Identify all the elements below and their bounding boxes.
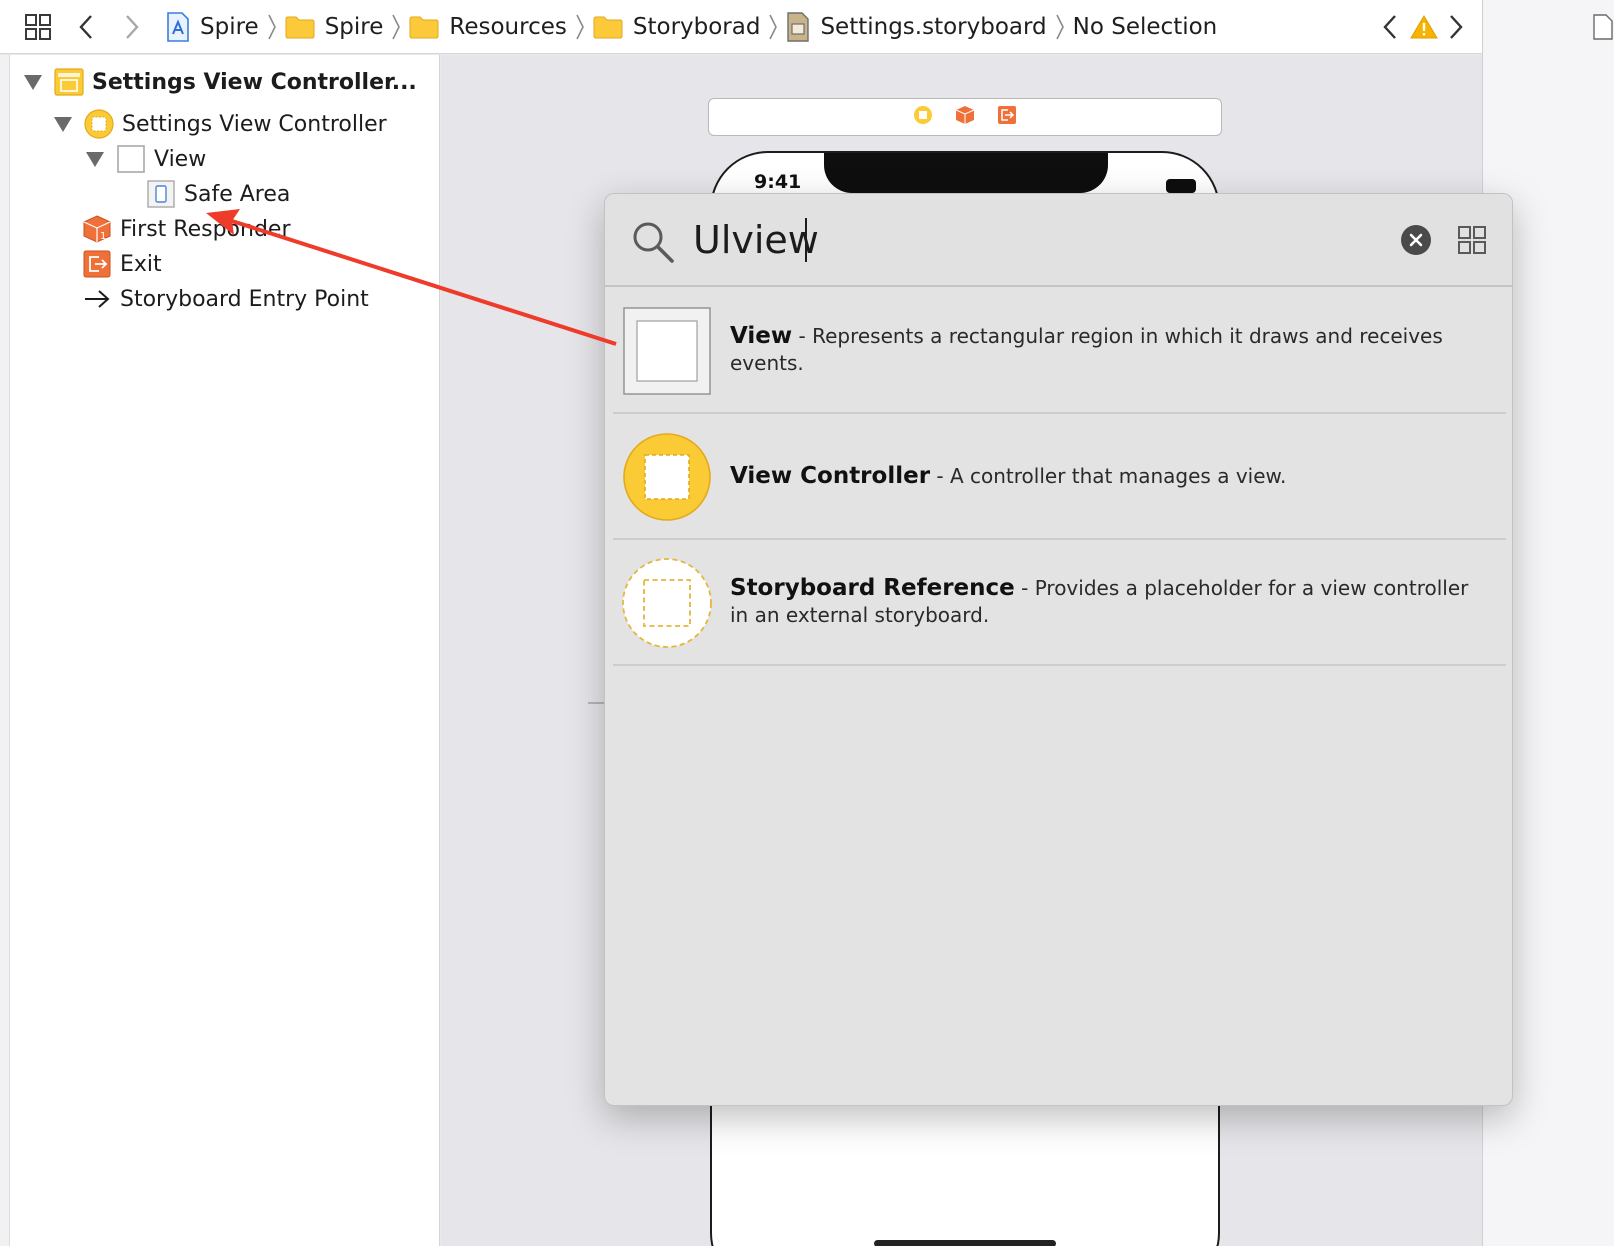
outline-label: View [154, 146, 207, 172]
close-icon [1409, 233, 1423, 247]
battery-icon [1166, 179, 1196, 193]
outline-item-first-responder[interactable]: 1 First Responder [82, 211, 291, 247]
disclosure-triangle-icon[interactable] [24, 74, 42, 90]
library-item-description: View - Represents a rectangular region i… [730, 288, 1490, 412]
library-item-description: View Controller - A controller that mana… [730, 414, 1490, 538]
library-item-storyboard-reference[interactable]: Storyboard Reference - Provides a placeh… [613, 540, 1506, 666]
exit-icon [82, 249, 112, 279]
library-item-description: Storyboard Reference - Provides a placeh… [730, 540, 1490, 664]
next-issue-chevron-icon[interactable] [1448, 0, 1464, 54]
library-item-title: Storyboard Reference [730, 575, 1015, 601]
outline-label: Safe Area [184, 181, 291, 207]
outline-label: Settings View Controller... [92, 69, 417, 95]
forward-chevron-icon[interactable] [124, 0, 140, 54]
folder-icon [409, 15, 439, 39]
grid-view-icon[interactable] [1457, 225, 1487, 255]
view-controller-icon[interactable] [913, 105, 933, 129]
storyboard-reference-icon [621, 557, 713, 649]
outline-item-scene[interactable]: Settings View Controller... [24, 64, 417, 100]
previous-issue-chevron-icon[interactable] [1382, 0, 1398, 54]
disclosure-triangle-icon[interactable] [86, 151, 104, 167]
search-icon [633, 222, 674, 263]
breadcrumb-item[interactable]: No Selection [1073, 14, 1218, 40]
library-item-view[interactable]: View - Represents a rectangular region i… [613, 288, 1506, 414]
breadcrumb-separator-icon [391, 13, 401, 41]
outline-item-entry-point[interactable]: Storyboard Entry Point [82, 281, 369, 317]
status-bar-time: 9:41 [754, 171, 802, 193]
scene-dock[interactable] [708, 98, 1222, 136]
home-indicator [874, 1240, 1056, 1246]
breadcrumb-label: Settings.storyboard [820, 14, 1047, 40]
library-search-bar [605, 194, 1512, 287]
outline-item-safe-area[interactable]: Safe Area [146, 176, 290, 212]
outline-label: Settings View Controller [122, 111, 387, 137]
breadcrumb-item[interactable]: Storyborad [593, 14, 761, 40]
folder-icon [285, 15, 315, 39]
breadcrumb: Spire Spire Resources Storyborad Setting… [166, 0, 1217, 54]
breadcrumb-separator-icon [1055, 13, 1065, 41]
breadcrumb-label: Spire [324, 14, 384, 40]
breadcrumb-label: Resources [449, 14, 567, 40]
app-icon [166, 12, 190, 42]
related-items-icon[interactable] [24, 0, 52, 54]
object-library-popover: View - Represents a rectangular region i… [604, 193, 1513, 1106]
first-responder-icon: 1 [82, 214, 112, 244]
breadcrumb-separator-icon [267, 13, 277, 41]
view-controller-icon [621, 431, 713, 523]
text-caret [805, 218, 807, 262]
outline-label: Storyboard Entry Point [120, 286, 369, 312]
breadcrumb-label: No Selection [1072, 14, 1218, 40]
library-item-view-controller[interactable]: View Controller - A controller that mana… [613, 414, 1506, 540]
exit-icon[interactable] [997, 105, 1017, 129]
breadcrumb-label: Storyborad [632, 14, 761, 40]
canvas-guide [588, 702, 604, 704]
breadcrumb-separator-icon [575, 13, 585, 41]
storyboard-file-icon [786, 12, 810, 42]
disclosure-triangle-icon[interactable] [54, 116, 72, 132]
safe-area-icon [146, 179, 176, 209]
outline-item-view-controller[interactable]: Settings View Controller [54, 106, 387, 142]
svg-text:1: 1 [100, 231, 106, 242]
view-controller-icon [84, 109, 114, 139]
back-chevron-icon[interactable] [78, 0, 94, 54]
breadcrumb-item[interactable]: Spire [166, 12, 259, 42]
outline-item-exit[interactable]: Exit [82, 246, 162, 282]
folder-icon [593, 15, 623, 39]
outline-item-view[interactable]: View [86, 141, 206, 177]
jump-bar: Spire Spire Resources Storyborad Setting… [0, 0, 1482, 54]
library-item-title: View Controller [730, 462, 931, 489]
breadcrumb-item[interactable]: Resources [409, 14, 567, 40]
breadcrumb-item[interactable]: Spire [285, 14, 384, 40]
first-responder-icon[interactable] [955, 105, 975, 129]
view-icon [621, 305, 713, 397]
device-notch [824, 153, 1108, 193]
document-outline: Settings View Controller... Settings Vie… [10, 55, 440, 1246]
right-arrow-icon [82, 284, 112, 314]
library-item-text: - A controller that manages a view. [930, 463, 1287, 488]
file-inspector-icon[interactable] [1593, 14, 1613, 44]
breadcrumb-item[interactable]: Settings.storyboard [786, 12, 1047, 42]
library-search-input[interactable] [693, 211, 1333, 269]
warning-icon[interactable] [1410, 0, 1438, 54]
scene-icon [54, 67, 84, 97]
outline-label: First Responder [120, 216, 291, 242]
breadcrumb-separator-icon [768, 13, 778, 41]
library-item-title: View [730, 323, 793, 349]
view-icon [116, 144, 146, 174]
breadcrumb-label: Spire [200, 14, 259, 40]
clear-search-button[interactable] [1401, 225, 1431, 255]
library-item-text: - Represents a rectangular region in whi… [730, 324, 1443, 375]
left-edge-gutter [0, 55, 10, 1246]
outline-label: Exit [120, 251, 162, 277]
